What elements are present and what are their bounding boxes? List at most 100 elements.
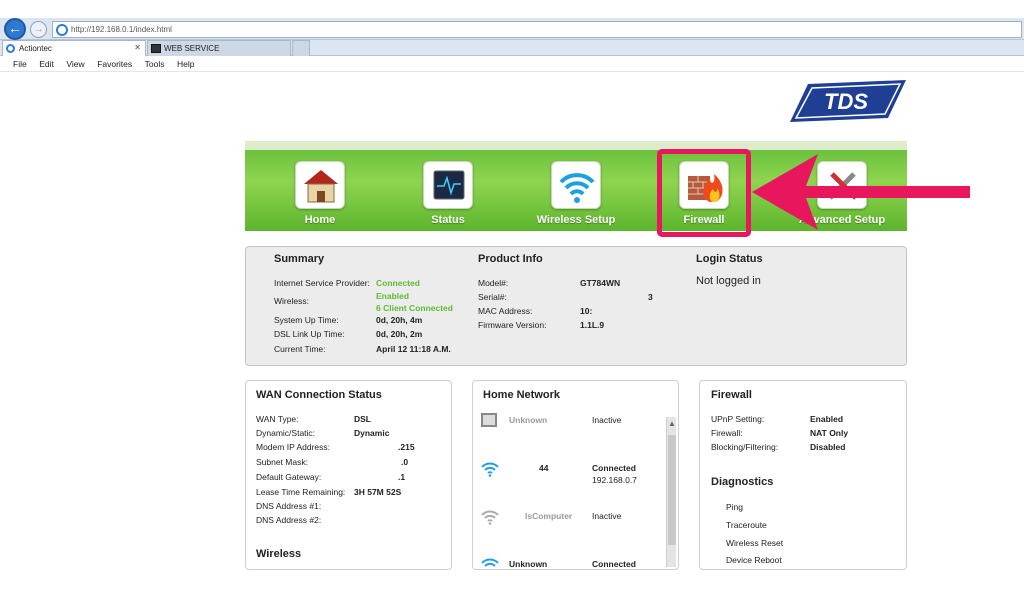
- traceroute-link[interactable]: Traceroute: [726, 520, 767, 530]
- login-status-title: Login Status: [696, 253, 763, 265]
- nav-label: Wireless Setup: [536, 214, 616, 226]
- nav-home[interactable]: Home: [270, 161, 370, 226]
- dsl-uptime-value: 0d, 20h, 2m: [376, 329, 423, 339]
- device-status: Connected: [592, 463, 636, 473]
- computer-icon: [481, 413, 497, 427]
- address-bar: ← → http://192.168.0.1/index.html: [0, 18, 1024, 40]
- home-network-panel: Home Network Unknown Inactive 44 Connect…: [472, 380, 679, 570]
- current-time-label: Current Time:: [274, 344, 326, 354]
- ie-icon: [56, 24, 68, 36]
- diagnostics-title: Diagnostics: [711, 476, 774, 488]
- model-label: Model#:: [478, 278, 509, 288]
- wifi-icon: [481, 462, 499, 477]
- tab-web-service[interactable]: WEB SERVICE: [147, 40, 291, 56]
- blocking-label: Blocking/Filtering:: [711, 442, 779, 452]
- close-icon[interactable]: ✕: [134, 43, 141, 52]
- wifi-icon: [551, 161, 601, 209]
- menu-file[interactable]: File: [13, 59, 27, 69]
- menu-favorites[interactable]: Favorites: [97, 59, 132, 69]
- dynamic-static-value: Dynamic: [354, 428, 390, 438]
- device-name: Unknown: [509, 415, 548, 425]
- menu-help[interactable]: Help: [177, 59, 194, 69]
- firmware-value: 1.1L.9: [580, 320, 605, 330]
- tab-bar: Actiontec ✕ WEB SERVICE: [0, 40, 1024, 56]
- device-ip: 192.168.0.7: [592, 475, 637, 485]
- ping-link[interactable]: Ping: [726, 502, 743, 512]
- wan-type-label: WAN Type:: [256, 414, 299, 424]
- upnp-label: UPnP Setting:: [711, 414, 765, 424]
- monitor-icon: [423, 161, 473, 209]
- login-status-value: Not logged in: [696, 275, 761, 287]
- upnp-value: Enabled: [810, 414, 844, 424]
- dns2-label: DNS Address #2:: [256, 515, 322, 525]
- nav-label: Home: [304, 214, 336, 226]
- nav-label: Status: [431, 214, 465, 226]
- blocking-value: Disabled: [810, 442, 846, 452]
- default-gateway-label: Default Gateway:: [256, 472, 322, 482]
- forward-arrow-icon[interactable]: →: [30, 21, 47, 38]
- device-name: lsComputer: [525, 511, 573, 521]
- wan-status-panel: WAN Connection Status WAN Type: DSL Dyna…: [245, 380, 452, 570]
- wireless-reset-link[interactable]: Wireless Reset: [726, 538, 783, 548]
- scroll-up-icon[interactable]: ▲: [668, 419, 676, 428]
- modem-ip-label: Modem IP Address:: [256, 442, 331, 452]
- current-time-value: April 12 11:18 A.M.: [376, 344, 451, 354]
- mac-label: MAC Address:: [478, 306, 533, 316]
- serial-value: 3: [648, 292, 653, 302]
- firewall-title: Firewall: [711, 389, 752, 401]
- home-network-title: Home Network: [483, 389, 561, 401]
- device-name: Unknown: [509, 559, 548, 569]
- summary-panel: Summary Internet Service Provider: Conne…: [245, 246, 907, 366]
- tab-label: Actiontec: [19, 44, 52, 53]
- tab-actiontec[interactable]: Actiontec ✕: [2, 40, 146, 56]
- serial-label: Serial#:: [478, 292, 507, 302]
- back-arrow-icon[interactable]: ←: [4, 18, 26, 40]
- tab-label: WEB SERVICE: [164, 44, 220, 53]
- firewall-highlight-box: [657, 149, 751, 237]
- nav-wireless-setup[interactable]: Wireless Setup: [526, 161, 626, 226]
- wireless-title: Wireless: [256, 548, 302, 560]
- product-info-title: Product Info: [478, 253, 543, 265]
- menu-tools[interactable]: Tools: [145, 59, 165, 69]
- wireless-value: Enabled: [376, 291, 410, 301]
- system-uptime-label: System Up Time:: [274, 315, 339, 325]
- system-uptime-value: 0d, 20h, 4m: [376, 315, 423, 325]
- wan-title: WAN Connection Status: [256, 389, 382, 401]
- firewall-value: NAT Only: [810, 428, 849, 438]
- wireless-clients: 6 Client Connected: [376, 303, 453, 313]
- scrollbar-thumb[interactable]: [668, 435, 676, 545]
- nav-status[interactable]: Status: [398, 161, 498, 226]
- list-item[interactable]: Unknown Connected: [479, 555, 669, 595]
- isp-value: Connected: [376, 278, 420, 288]
- url-text: http://192.168.0.1/index.html: [71, 25, 172, 34]
- lease-time-value: 3H 57M 52S: [354, 487, 402, 497]
- default-gateway-value: .1: [398, 472, 406, 482]
- device-status: Inactive: [592, 511, 622, 521]
- wifi-icon: [481, 510, 499, 525]
- list-item[interactable]: Unknown Inactive: [479, 411, 669, 451]
- modem-ip-value: .215: [398, 442, 415, 452]
- device-status: Connected: [592, 559, 636, 569]
- summary-title: Summary: [274, 253, 325, 265]
- menu-bar: File Edit View Favorites Tools Help: [0, 57, 1024, 72]
- firmware-label: Firmware Version:: [478, 320, 547, 330]
- dsl-uptime-label: DSL Link Up Time:: [274, 329, 345, 339]
- dynamic-static-label: Dynamic/Static:: [256, 428, 316, 438]
- monitor-icon: [151, 44, 161, 53]
- dns1-label: DNS Address #1:: [256, 501, 322, 511]
- model-value: GT784WN: [580, 278, 621, 288]
- list-item[interactable]: 44 Connected 192.168.0.7: [479, 459, 669, 499]
- pointer-arrow-icon: [752, 154, 970, 230]
- ie-icon: [6, 44, 15, 53]
- subnet-mask-label: Subnet Mask:: [256, 457, 308, 467]
- device-status: Inactive: [592, 415, 622, 425]
- new-tab-button[interactable]: [292, 40, 310, 56]
- list-item[interactable]: lsComputer Inactive: [479, 507, 669, 547]
- wireless-label: Wireless:: [274, 296, 309, 306]
- menu-view[interactable]: View: [66, 59, 84, 69]
- scrollbar[interactable]: ▲: [666, 417, 676, 567]
- url-field[interactable]: http://192.168.0.1/index.html: [52, 21, 1022, 38]
- firewall-label: Firewall:: [711, 428, 743, 438]
- menu-edit[interactable]: Edit: [39, 59, 54, 69]
- tds-logo: TDS: [790, 80, 906, 122]
